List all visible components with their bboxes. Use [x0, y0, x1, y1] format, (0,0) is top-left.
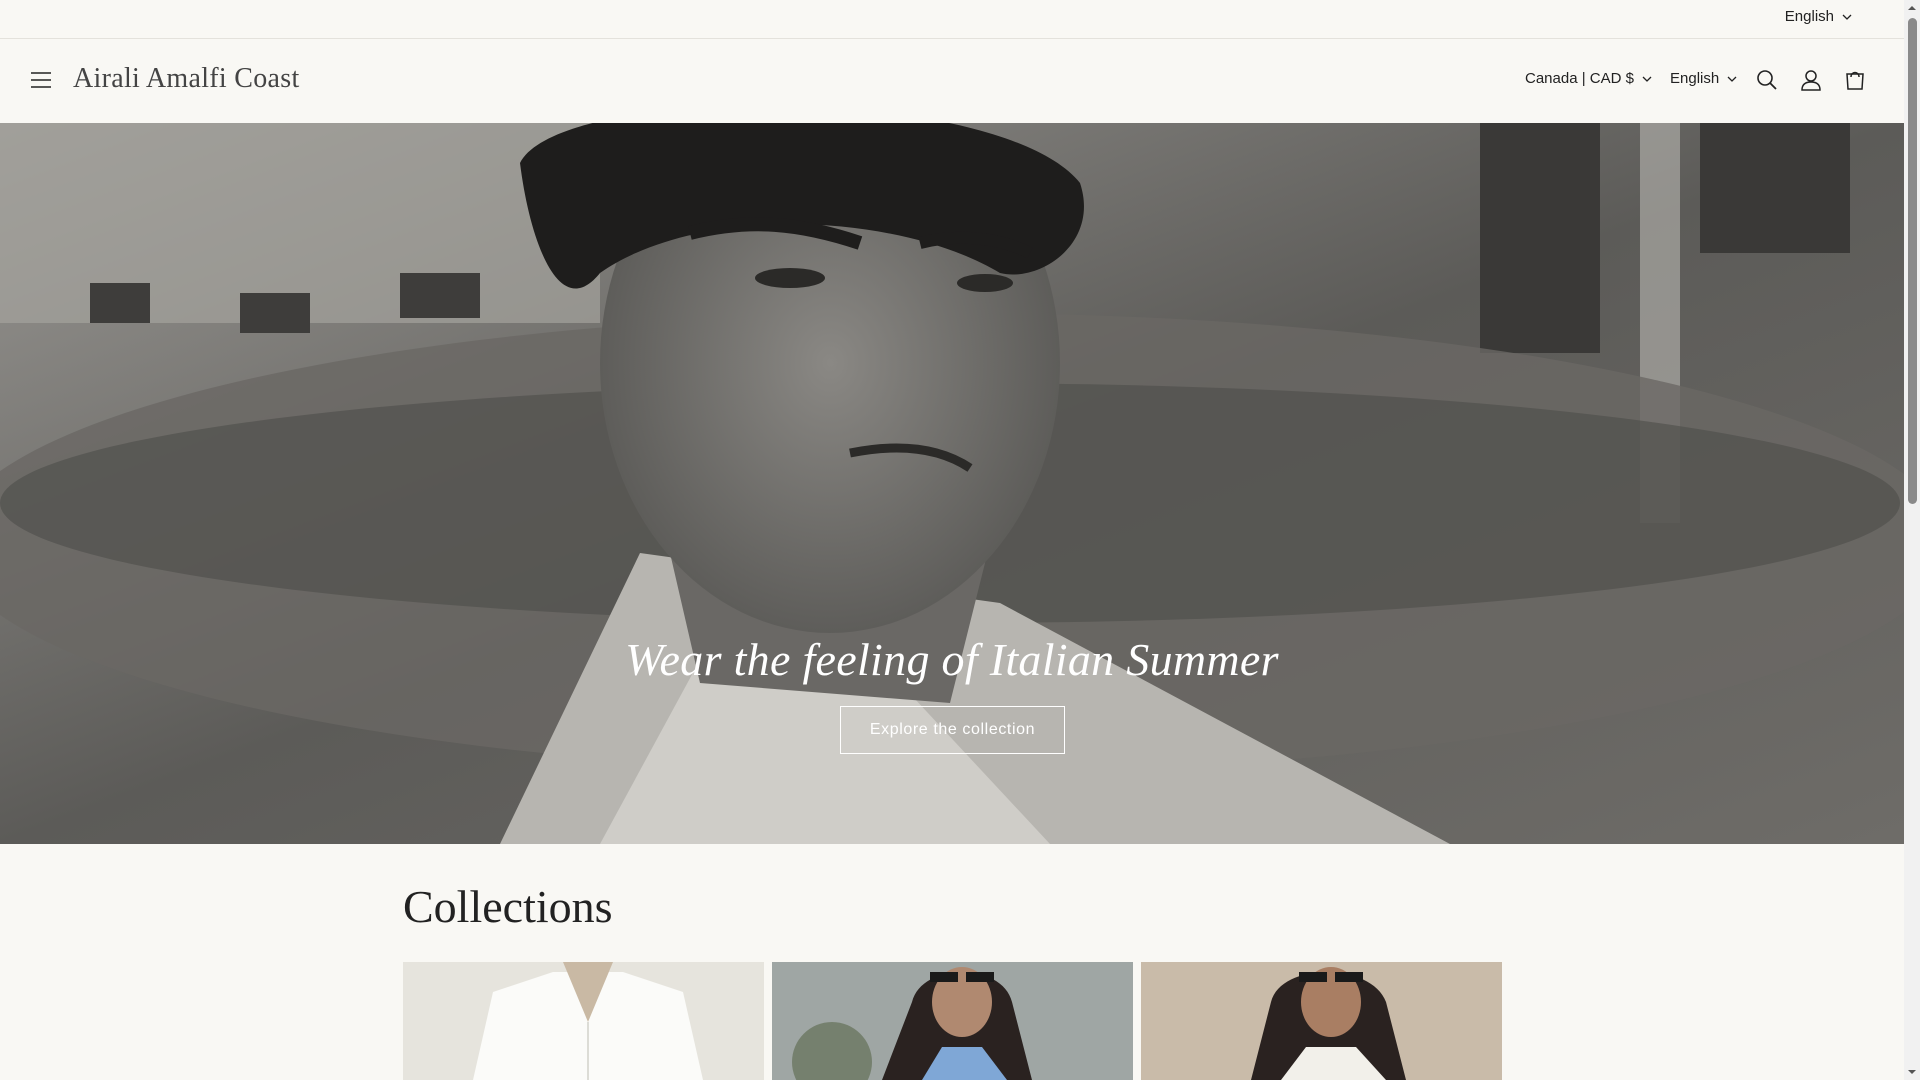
- account-icon[interactable]: [1798, 67, 1824, 93]
- topbar-language-label: English: [1784, 8, 1834, 25]
- chevron-down-icon: [1642, 76, 1652, 82]
- hero-banner: Wear the feeling of Italian Summer Explo…: [0, 123, 1904, 844]
- collection-card[interactable]: [403, 962, 764, 1080]
- chevron-down-icon: [1727, 76, 1737, 82]
- country-currency-label: Canada | CAD $: [1525, 70, 1634, 87]
- brand-logo-text[interactable]: Airali Amalfi Coast: [73, 63, 300, 95]
- menu-icon[interactable]: [30, 70, 52, 90]
- search-icon[interactable]: [1754, 67, 1780, 93]
- page-scrollbar[interactable]: [1904, 0, 1920, 1080]
- cart-icon[interactable]: [1842, 67, 1868, 93]
- topbar-language-selector[interactable]: English: [1785, 8, 1852, 25]
- language-selector[interactable]: English: [1670, 70, 1737, 87]
- hero-title: Wear the feeling of Italian Summer: [625, 634, 1279, 685]
- scrollbar-thumb[interactable]: [1908, 18, 1917, 504]
- announcement-bar: English: [0, 0, 1904, 39]
- chevron-down-icon: [1842, 14, 1852, 20]
- site-header: Airali Amalfi Coast Canada | CAD $ Engli…: [0, 39, 1904, 123]
- country-currency-selector[interactable]: Canada | CAD $: [1525, 70, 1652, 87]
- scroll-up-arrow-icon[interactable]: [1907, 3, 1917, 13]
- collection-card[interactable]: [772, 962, 1133, 1080]
- collection-card[interactable]: [1141, 962, 1502, 1080]
- collection-image: [772, 962, 1133, 1080]
- scroll-down-arrow-icon[interactable]: [1907, 1067, 1917, 1077]
- collection-image: [403, 962, 764, 1080]
- collection-image: [1141, 962, 1502, 1080]
- language-label: English: [1670, 70, 1720, 87]
- explore-collection-button[interactable]: Explore the collection: [840, 706, 1065, 754]
- collections-heading: Collections: [403, 881, 613, 932]
